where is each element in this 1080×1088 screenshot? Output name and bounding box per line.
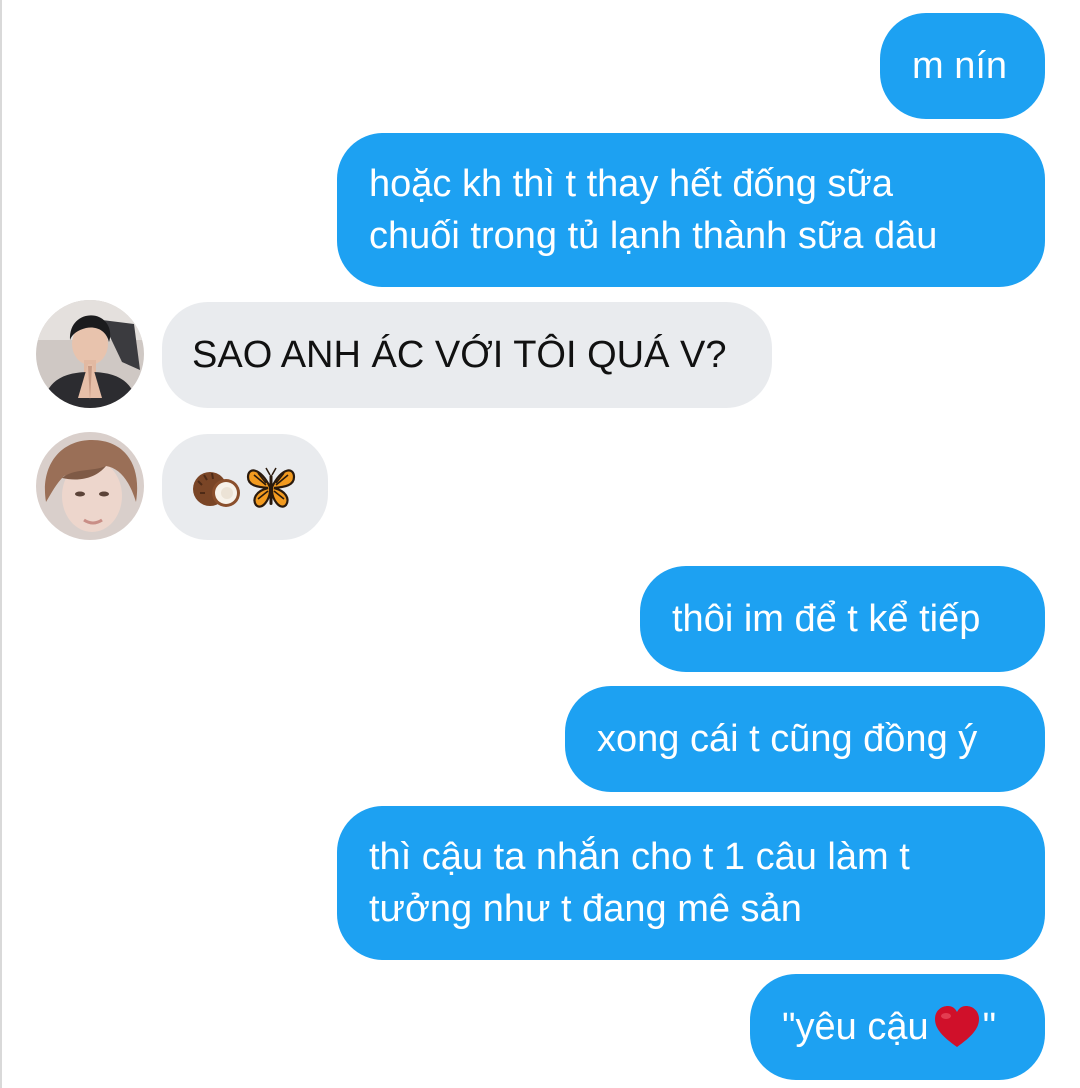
sent-message-bubble[interactable]: xong cái t cũng đồng ý <box>565 686 1045 792</box>
sent-message-bubble[interactable]: hoặc kh thì t thay hết đống sữa chuối tr… <box>337 133 1045 287</box>
person-avatar-icon <box>36 432 144 540</box>
coconut-icon <box>193 472 240 507</box>
sent-message-bubble[interactable]: "yêu cậu " <box>750 974 1045 1080</box>
butterfly-icon <box>246 467 296 508</box>
message-text: "yêu cậu <box>782 1006 929 1048</box>
message-text: hoặc kh thì t thay hết đống sữa <box>369 163 894 205</box>
person-avatar-icon <box>36 300 144 408</box>
sent-message-bubble[interactable]: thì cậu ta nhắn cho t 1 câu làm t tưởng … <box>337 806 1045 960</box>
message-text: " <box>982 1006 997 1048</box>
message-text: thôi im để t kể tiếp <box>672 598 981 640</box>
message-text: xong cái t cũng đồng ý <box>597 718 978 760</box>
received-message-bubble[interactable] <box>162 434 328 540</box>
message-text: m nín <box>912 45 1008 87</box>
avatar-friend-1[interactable] <box>36 300 144 408</box>
message-text: thì cậu ta nhắn cho t 1 câu làm t <box>369 836 910 878</box>
received-message-bubble[interactable]: SAO ANH ÁC VỚI TÔI QUÁ V? <box>162 302 772 408</box>
red-heart-icon <box>934 1006 979 1047</box>
message-text: SAO ANH ÁC VỚI TÔI QUÁ V? <box>192 334 727 376</box>
sent-message-bubble[interactable]: thôi im để t kể tiếp <box>640 566 1045 672</box>
message-text-row: "yêu cậu " <box>782 1001 996 1053</box>
sent-message-bubble[interactable]: m nín <box>880 13 1045 119</box>
message-text: chuối trong tủ lạnh thành sữa dâu <box>369 215 938 257</box>
message-text: tưởng như t đang mê sản <box>369 888 802 930</box>
screen-edge-divider <box>0 0 2 1088</box>
emoji-row <box>190 463 296 511</box>
avatar-friend-2[interactable] <box>36 432 144 540</box>
